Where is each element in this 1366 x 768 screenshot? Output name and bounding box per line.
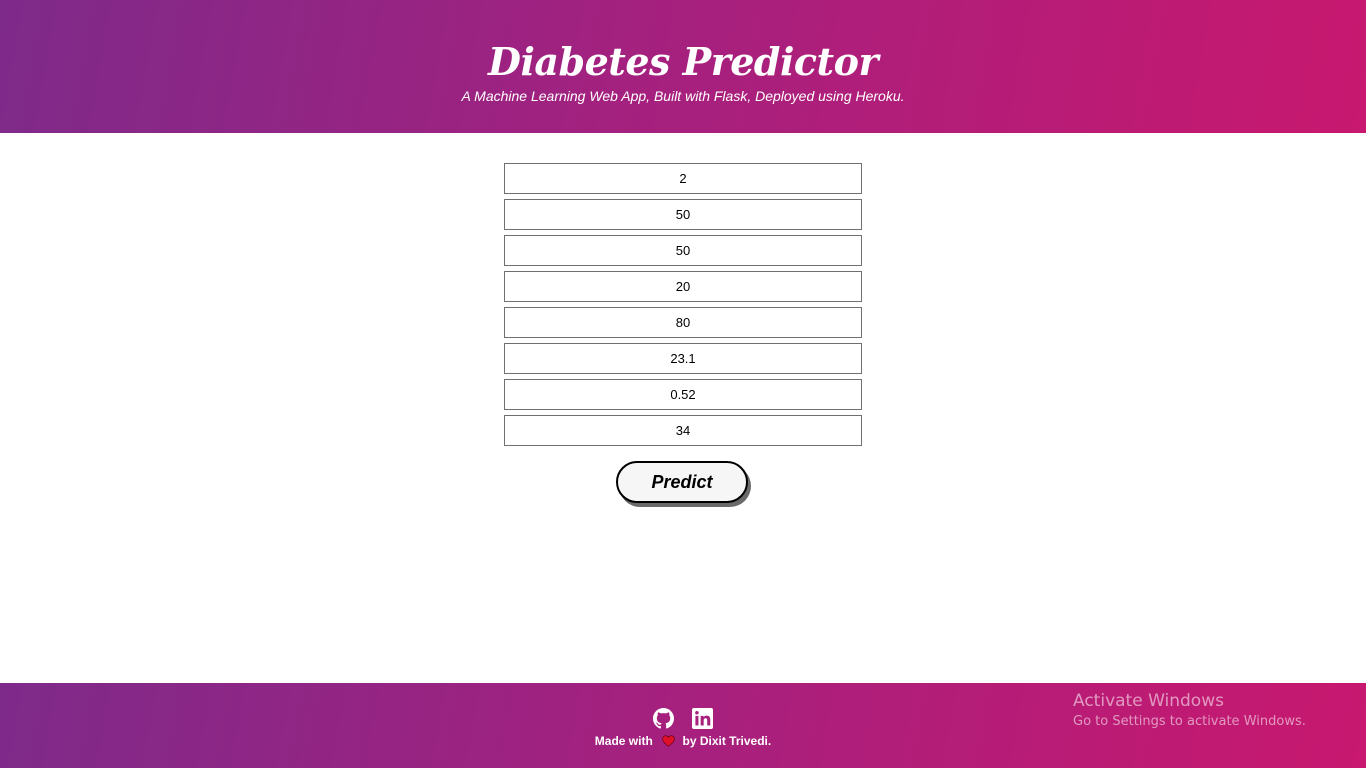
input-field-7[interactable]	[504, 379, 862, 410]
page-header: Diabetes Predictor A Machine Learning We…	[0, 0, 1366, 133]
heart-icon	[662, 735, 675, 750]
input-field-1[interactable]	[504, 163, 862, 194]
social-links	[653, 708, 713, 729]
prediction-form	[504, 163, 862, 451]
page-subtitle: A Machine Learning Web App, Built with F…	[461, 88, 905, 104]
input-field-4[interactable]	[504, 271, 862, 302]
input-field-8[interactable]	[504, 415, 862, 446]
watermark-subtitle: Go to Settings to activate Windows.	[1073, 714, 1306, 729]
page: Diabetes Predictor A Machine Learning We…	[0, 0, 1366, 768]
input-field-3[interactable]	[504, 235, 862, 266]
input-field-6[interactable]	[504, 343, 862, 374]
activate-windows-watermark: Activate Windows Go to Settings to activ…	[1073, 690, 1306, 732]
input-field-5[interactable]	[504, 307, 862, 338]
made-with-suffix: by Dixit Trivedi.	[682, 734, 772, 748]
input-field-2[interactable]	[504, 199, 862, 230]
made-with-credit: Made with by Dixit Trivedi.	[0, 734, 1366, 750]
watermark-title: Activate Windows	[1073, 691, 1224, 711]
linkedin-icon[interactable]	[692, 708, 713, 729]
page-title: Diabetes Predictor	[488, 39, 878, 84]
github-icon[interactable]	[653, 708, 674, 729]
made-with-prefix: Made with	[594, 734, 653, 748]
predict-button[interactable]: Predict	[616, 461, 748, 503]
